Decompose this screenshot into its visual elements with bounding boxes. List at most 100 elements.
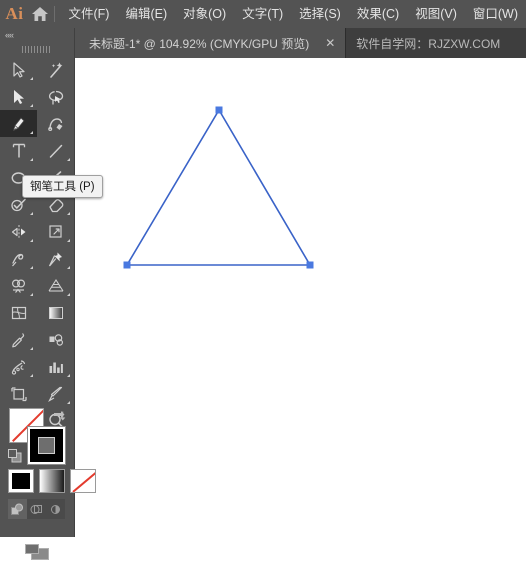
pushpin-icon — [47, 250, 65, 268]
tool-flyout-corner-icon — [67, 158, 70, 161]
direct-selection-tool[interactable] — [0, 83, 37, 110]
width-tool[interactable] — [0, 245, 37, 272]
color-mode-button[interactable] — [8, 469, 34, 493]
eyedropper-tool[interactable] — [0, 326, 37, 353]
gradient-tool[interactable] — [37, 299, 74, 326]
symbol-sprayer-icon — [10, 358, 28, 376]
selection-tool[interactable] — [0, 56, 37, 83]
menu-item-list: 文件(F)编辑(E)对象(O)文字(T)选择(S)效果(C)视图(V)窗口(W) — [61, 3, 526, 25]
pen-tool[interactable] — [0, 110, 37, 137]
draw-behind-button[interactable] — [27, 499, 46, 519]
menu-object[interactable]: 对象(O) — [175, 3, 234, 25]
lasso-icon — [47, 88, 65, 106]
menu-effect[interactable]: 效果(C) — [349, 3, 407, 25]
perspective-grid-icon — [47, 277, 65, 295]
pen-icon — [10, 115, 28, 133]
tools-panel: «« 钢笔工具 (P) — [0, 28, 75, 537]
shaper-pencil-icon — [10, 196, 28, 214]
draw-normal-button[interactable] — [8, 499, 27, 519]
none-mode-button[interactable] — [70, 469, 96, 493]
artboard-canvas[interactable] — [75, 58, 526, 537]
tool-flyout-corner-icon — [30, 104, 33, 107]
cursor-arrow-hollow-icon — [10, 61, 28, 79]
menu-bar: Ai 文件(F)编辑(E)对象(O)文字(T)选择(S)效果(C)视图(V)窗口… — [0, 0, 526, 28]
symbol-sprayer-tool[interactable] — [0, 353, 37, 380]
scale-icon — [47, 223, 65, 241]
triangle-path[interactable] — [75, 58, 526, 537]
slice-knife-icon — [47, 385, 65, 403]
perspective-grid-tool[interactable] — [37, 272, 74, 299]
fill-stroke-controls — [0, 405, 74, 537]
triangle-outline[interactable] — [127, 110, 310, 265]
illustrator-window: Ai 文件(F)编辑(E)对象(O)文字(T)选择(S)效果(C)视图(V)窗口… — [0, 0, 526, 537]
tools-panel-header[interactable]: «« — [0, 28, 74, 42]
blend-icon — [47, 331, 65, 349]
artboard-icon — [10, 385, 28, 403]
reflect-icon — [10, 223, 28, 241]
tool-flyout-corner-icon — [30, 158, 33, 161]
anchor-point-2[interactable] — [124, 262, 131, 269]
tool-flyout-corner-icon — [30, 77, 33, 80]
type-t-icon — [10, 142, 28, 160]
blend-tool[interactable] — [37, 326, 74, 353]
document-tab[interactable]: 未标题-1* @ 104.92% (CMYK/GPU 预览) ✕ — [75, 28, 346, 58]
menu-divider — [54, 6, 55, 22]
line-segment-icon — [47, 142, 65, 160]
gradient-mode-button[interactable] — [39, 469, 65, 493]
curvature-tool[interactable] — [37, 110, 74, 137]
document-tab-title: 未标题-1* @ 104.92% (CMYK/GPU 预览) — [89, 35, 309, 52]
anchor-point-3[interactable] — [307, 262, 314, 269]
magic-wand-tool[interactable] — [37, 56, 74, 83]
slice-tool[interactable] — [37, 380, 74, 407]
bar-graph-icon — [47, 358, 65, 376]
swap-arrows-icon[interactable] — [53, 409, 67, 423]
default-fill-stroke-icon[interactable] — [8, 449, 22, 463]
app-logo: Ai — [0, 4, 29, 24]
change-screen-mode-button[interactable] — [0, 538, 74, 565]
type-tool[interactable] — [0, 137, 37, 164]
tool-flyout-corner-icon — [30, 347, 33, 350]
column-graph-tool[interactable] — [37, 353, 74, 380]
line-segment-tool[interactable] — [37, 137, 74, 164]
mesh-tool[interactable] — [0, 299, 37, 326]
artboard-tool[interactable] — [0, 380, 37, 407]
stroke-swatch[interactable] — [28, 427, 65, 464]
width-warp-icon — [10, 250, 28, 268]
menu-edit[interactable]: 编辑(E) — [117, 3, 175, 25]
magic-wand-icon — [47, 61, 65, 79]
watermark-text: 软件自学网：RJZXW.COM — [346, 28, 500, 58]
menu-select[interactable]: 选择(S) — [291, 3, 349, 25]
eyedropper-icon — [10, 331, 28, 349]
chevron-double-left-icon[interactable]: «« — [5, 31, 13, 40]
shape-builder-tool[interactable] — [0, 272, 37, 299]
tool-flyout-corner-icon — [30, 374, 33, 377]
home-icon[interactable] — [29, 6, 52, 22]
anchor-point-1[interactable] — [216, 107, 223, 114]
menu-type[interactable]: 文字(T) — [234, 3, 291, 25]
tool-flyout-corner-icon — [67, 374, 70, 377]
pen-tool-tooltip: 钢笔工具 (P) — [22, 175, 103, 198]
tool-grid — [0, 56, 74, 434]
tools-panel-drag-handle[interactable] — [0, 42, 74, 56]
mesh-icon — [10, 304, 28, 322]
eraser-icon — [47, 196, 65, 214]
tool-flyout-corner-icon — [67, 212, 70, 215]
menu-window[interactable]: 窗口(W) — [465, 3, 526, 25]
tool-flyout-corner-icon — [30, 212, 33, 215]
tool-flyout-corner-icon — [67, 293, 70, 296]
tool-flyout-corner-icon — [30, 266, 33, 269]
lasso-tool[interactable] — [37, 83, 74, 110]
menu-file[interactable]: 文件(F) — [61, 3, 118, 25]
cursor-arrow-solid-icon — [10, 88, 28, 106]
rotate-tool[interactable] — [0, 218, 37, 245]
free-transform-tool[interactable] — [37, 245, 74, 272]
menu-view[interactable]: 视图(V) — [407, 3, 465, 25]
tool-flyout-corner-icon — [67, 401, 70, 404]
gradient-icon — [47, 304, 65, 322]
draw-inside-button[interactable] — [46, 499, 65, 519]
tool-flyout-corner-icon — [30, 131, 33, 134]
document-tab-bar: 未标题-1* @ 104.92% (CMYK/GPU 预览) ✕ 软件自学网：R… — [75, 28, 526, 58]
scale-tool[interactable] — [37, 218, 74, 245]
curvature-icon — [47, 115, 65, 133]
close-icon[interactable]: ✕ — [325, 38, 335, 48]
